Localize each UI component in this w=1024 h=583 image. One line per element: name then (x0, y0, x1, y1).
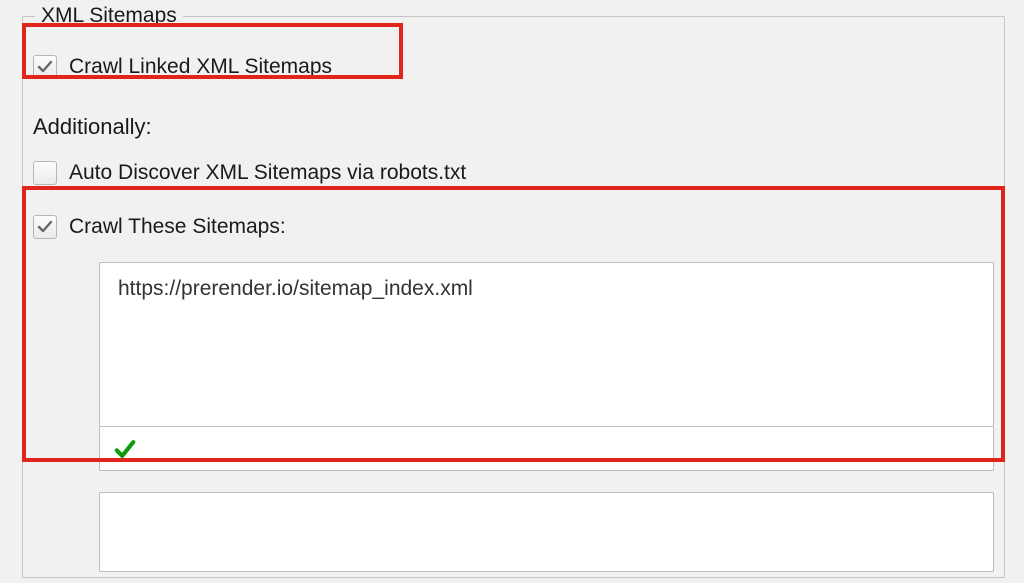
valid-tick-icon (114, 438, 136, 460)
crawl-linked-label: Crawl Linked XML Sitemaps (69, 55, 332, 79)
validation-bar (99, 427, 994, 471)
crawl-linked-checkbox[interactable] (33, 55, 57, 79)
row-auto-discover: Auto Discover XML Sitemaps via robots.tx… (33, 158, 466, 188)
xml-sitemaps-group: XML Sitemaps Crawl Linked XML Sitemaps A… (22, 4, 1005, 578)
row-crawl-linked: Crawl Linked XML Sitemaps (33, 52, 332, 82)
group-legend: XML Sitemaps (35, 4, 183, 28)
crawl-these-label: Crawl These Sitemaps: (69, 215, 286, 239)
additionally-label: Additionally: (33, 114, 152, 140)
checkmark-icon (37, 219, 53, 235)
secondary-textbox[interactable] (99, 492, 994, 572)
auto-discover-label: Auto Discover XML Sitemaps via robots.tx… (69, 161, 466, 185)
checkmark-icon (37, 59, 53, 75)
row-crawl-these: Crawl These Sitemaps: (33, 212, 286, 242)
crawl-these-checkbox[interactable] (33, 215, 57, 239)
auto-discover-checkbox[interactable] (33, 161, 57, 185)
sitemaps-textarea[interactable] (99, 262, 994, 427)
